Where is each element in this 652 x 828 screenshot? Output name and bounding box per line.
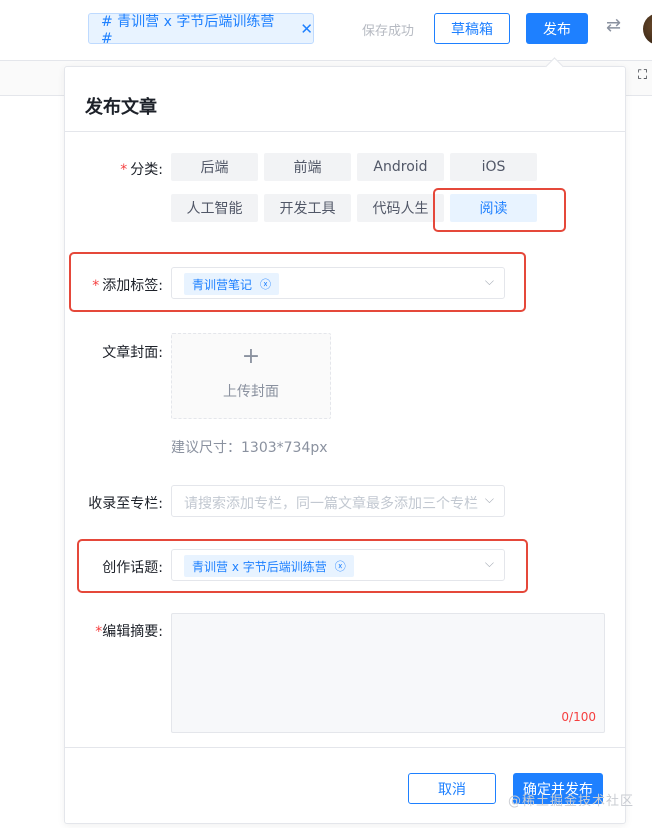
fullscreen-icon[interactable]: ⛶ [638,68,647,83]
cover-size-hint: 建议尺寸：1303*734px [171,440,328,456]
chevron-down-icon: ⌵ [484,492,494,506]
required-mark: * [120,162,128,178]
category-label-text: 分类: [130,162,163,178]
panel-title: 发布文章 [85,97,157,118]
annotation-box-category [433,188,566,232]
drafts-button[interactable]: 草稿箱 [434,13,510,44]
category-option[interactable]: 后端 [171,153,258,181]
annotation-box-topic [77,539,528,593]
topic-chip-label: # 青训营 x 字节后端训练营 # [101,13,275,47]
cancel-button[interactable]: 取消 [408,773,496,804]
category-option[interactable]: iOS [450,153,537,181]
category-option[interactable]: 代码人生 [357,194,444,222]
swap-icon[interactable]: ⇄ [606,15,621,36]
column-label: 收录至专栏: [88,496,163,512]
summary-label-text: 编辑摘要: [102,624,163,640]
cover-label: 文章封面: [102,345,163,361]
cover-upload[interactable]: + 上传封面 [171,333,331,419]
topic-chip[interactable]: # 青训营 x 字节后端训练营 # ✕ [88,13,314,47]
watermark: @稀土掘金技术社区 [508,794,635,809]
divider [65,747,625,748]
summary-label: *编辑摘要: [71,621,163,641]
column-select[interactable]: 请搜索添加专栏，同一篇文章最多添加三个专栏 ⌵ [171,485,505,517]
annotation-box-tags [69,252,526,312]
divider [65,131,625,132]
summary-textarea[interactable]: 0/100 [171,613,605,733]
category-label: * 分类: [85,159,163,179]
summary-counter: 0/100 [561,710,596,724]
close-icon[interactable]: ✕ [300,20,313,38]
publish-panel: 发布文章 * 分类: 后端 前端 Android iOS 人工智能 开发工具 代码… [64,57,626,824]
editor-header: # 青训营 x 字节后端训练营 # ✕ 保存成功 草稿箱 发布 ⇄ [0,0,652,58]
category-option[interactable]: 人工智能 [171,194,258,222]
column-placeholder: 请搜索添加专栏，同一篇文章最多添加三个专栏 [184,496,478,512]
category-option[interactable]: 开发工具 [264,194,351,222]
category-option[interactable]: Android [357,153,444,181]
category-option[interactable]: 前端 [264,153,351,181]
save-status: 保存成功 [362,24,415,39]
avatar[interactable] [643,13,652,45]
upload-cover-text: 上传封面 [223,384,279,400]
plus-icon: + [241,344,261,369]
publish-button[interactable]: 发布 [526,13,588,44]
